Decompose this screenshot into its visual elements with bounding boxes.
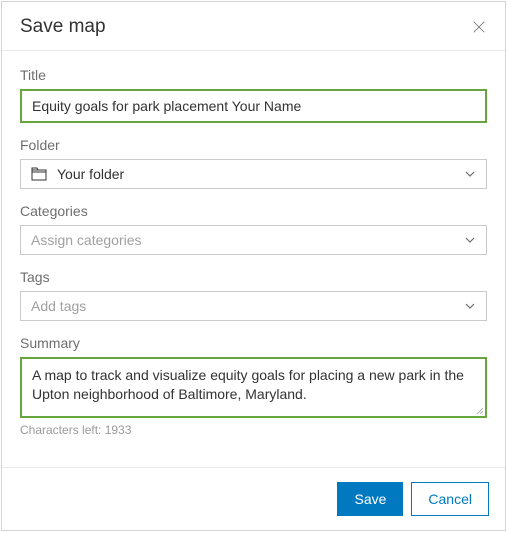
tags-placeholder: Add tags [31,298,464,314]
tags-select[interactable]: Add tags [20,291,487,321]
modal-footer: Save Cancel [2,467,505,530]
folder-select[interactable]: Your folder [20,159,487,189]
title-label: Title [20,67,487,83]
save-button[interactable]: Save [337,482,403,516]
summary-textarea-wrap [20,357,487,418]
categories-label: Categories [20,203,487,219]
summary-group: Summary Characters left: 1933 [20,335,487,437]
chevron-down-icon [464,300,476,312]
title-input[interactable] [22,91,485,121]
summary-label: Summary [20,335,487,351]
modal-title: Save map [20,16,106,38]
folder-value: Your folder [57,166,464,182]
modal-header: Save map [2,2,505,51]
title-input-wrap [20,89,487,123]
resize-handle-icon[interactable] [475,406,483,414]
title-group: Title [20,67,487,123]
categories-group: Categories Assign categories [20,203,487,255]
folder-icon [31,166,47,182]
folder-label: Folder [20,137,487,153]
summary-textarea[interactable] [22,359,485,411]
cancel-button[interactable]: Cancel [411,482,489,516]
close-button[interactable] [471,19,487,35]
save-map-modal: Save map Title Folder Your folder [1,1,506,531]
tags-label: Tags [20,269,487,285]
chevron-down-icon [464,168,476,180]
tags-group: Tags Add tags [20,269,487,321]
categories-select[interactable]: Assign categories [20,225,487,255]
categories-placeholder: Assign categories [31,232,464,248]
close-icon [472,20,486,34]
chevron-down-icon [464,234,476,246]
character-count: Characters left: 1933 [20,423,487,437]
modal-body: Title Folder Your folder Categories [2,51,505,467]
folder-group: Folder Your folder [20,137,487,189]
